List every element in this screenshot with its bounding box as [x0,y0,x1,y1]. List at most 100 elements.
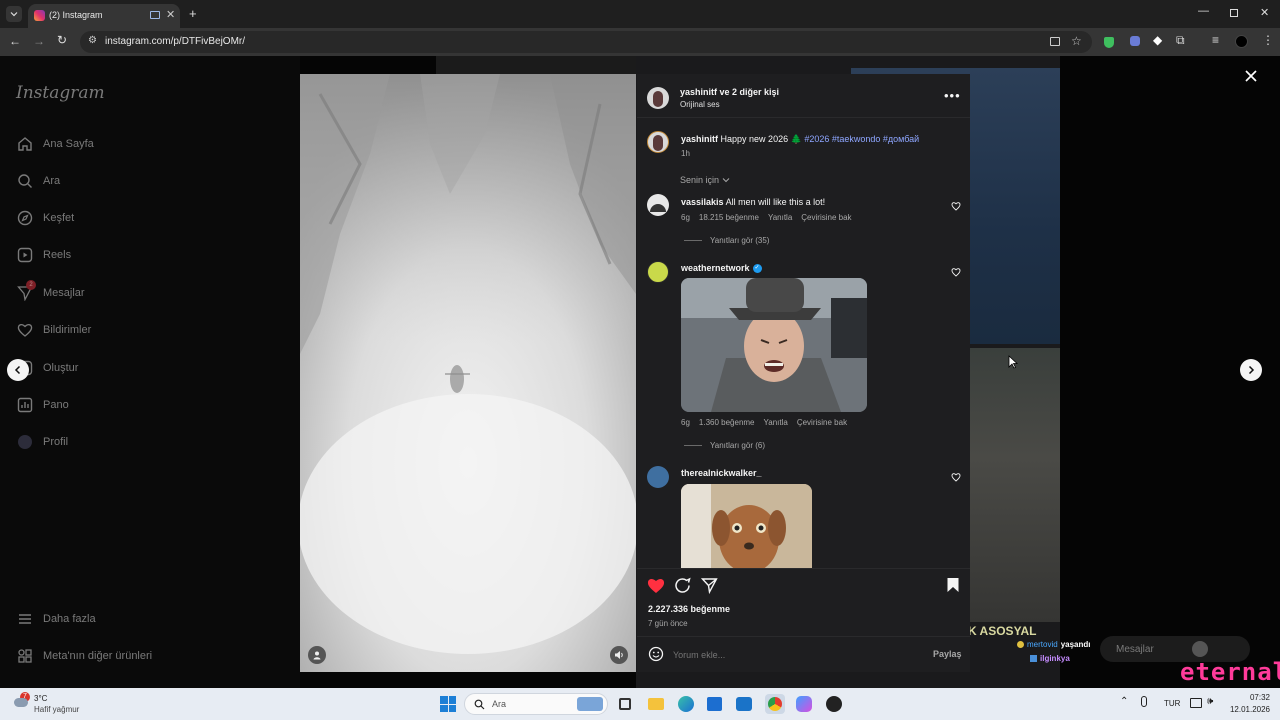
sidebar-item-reels[interactable]: Reels [16,244,256,266]
close-modal-button[interactable] [1243,68,1259,84]
tray-chevron-up-icon[interactable]: ⌃ [1120,696,1128,707]
microphone-icon[interactable] [1141,696,1147,707]
install-app-icon[interactable] [1050,37,1060,46]
sidebar-item-profile[interactable]: Profil [16,431,256,453]
sidebar-more[interactable]: Daha fazla [16,608,256,630]
minimize-button[interactable]: — [1198,5,1209,17]
like-count[interactable]: 2.227.336 beğenme [648,604,730,614]
like-heart-filled-icon[interactable] [647,577,665,594]
comment-like-heart-icon[interactable] [951,267,961,277]
author-username[interactable]: yashinitf [680,87,717,97]
comment-bubble-icon[interactable] [674,577,691,594]
comment-likes[interactable]: 1.360 beğenme [699,418,755,427]
edge-browser-icon[interactable] [678,696,694,712]
caption-username[interactable]: yashinitf [681,134,718,144]
sidebar-item-dashboard[interactable]: Pano [16,394,256,416]
comment-filter-dropdown[interactable]: Senin için [680,175,730,185]
profile-avatar[interactable] [1235,35,1248,48]
home-icon [16,135,34,153]
author-avatar[interactable] [647,87,669,109]
network-icon[interactable] [1190,698,1202,708]
forward-icon[interactable]: → [33,34,45,48]
restore-button[interactable] [1230,9,1238,17]
coauthors-text[interactable]: ve 2 diğer kişi [717,87,780,97]
clock-time[interactable]: 07:32 [1232,693,1270,702]
sidebar-item-create[interactable]: Oluştur [16,357,256,379]
audio-label[interactable]: Orijinal ses [680,100,720,109]
site-info-icon[interactable]: ⚙ [88,35,97,46]
instagram-logo[interactable]: Instagram [16,83,105,103]
new-tab-button[interactable]: + [189,6,197,21]
comment-avatar[interactable] [647,466,669,488]
media-control-icon[interactable]: ≡ [1212,33,1219,47]
sidebar-item-home[interactable]: Ana Sayfa [16,133,256,155]
comment-likes[interactable]: 18.215 beğenme [699,213,759,222]
sidebar-more-label: Daha fazla [43,613,96,625]
caption-hashtags[interactable]: #2026 #taekwondo #домбай [804,134,919,144]
extension-diamond-icon[interactable]: ◆ [1153,33,1162,47]
comment-username[interactable]: vassilakis [681,197,724,207]
comment-avatar[interactable] [647,261,669,283]
avatar-icon [16,433,34,451]
comment-username[interactable]: weathernetwork [681,263,750,273]
share-send-icon[interactable] [701,577,718,594]
sidebar-item-notifications[interactable]: Bildirimler [16,319,256,341]
sidebar-item-messages[interactable]: 2 Mesajlar [16,280,256,304]
browser-menu-icon[interactable]: ⋮ [1262,33,1274,47]
reload-icon[interactable]: ↻ [57,33,67,47]
mute-button[interactable] [610,646,628,664]
back-icon[interactable]: ← [9,34,21,48]
tab-close-icon[interactable]: ✕ [166,8,175,21]
bookmark-star-icon[interactable]: ☆ [1071,34,1082,48]
app-icon-notification[interactable] [826,696,842,712]
taskbar-search[interactable]: Ara [464,693,608,715]
tab-audio-icon[interactable] [150,11,160,19]
emoji-icon[interactable] [648,646,664,662]
previous-post-button[interactable] [7,359,29,381]
sidebar-item-search[interactable]: Ara [16,170,256,192]
view-replies[interactable]: Yanıtları gör (35) [684,236,769,245]
shield-extension-icon[interactable] [1104,37,1114,48]
close-window-button[interactable]: ✕ [1260,6,1269,19]
comment-gif-dog[interactable] [681,484,812,568]
start-button[interactable] [440,696,456,712]
task-view-icon[interactable] [619,698,631,710]
file-explorer-icon[interactable] [648,698,664,710]
copilot-icon[interactable] [796,696,812,712]
view-replies[interactable]: Yanıtları gör (6) [684,441,765,450]
comment-input[interactable] [673,647,913,662]
reel-video[interactable] [300,74,636,672]
comment-gif-angry-man[interactable] [681,278,867,412]
translate-link[interactable]: Çevirisine bak [801,213,851,222]
sidebar-item-explore[interactable]: Keşfet [16,207,256,229]
outlook-icon[interactable] [736,697,752,711]
rain-cloud-icon [14,698,28,707]
store-icon[interactable] [707,697,722,711]
save-bookmark-icon[interactable] [946,577,960,593]
more-options-icon[interactable]: ••• [944,88,961,103]
sidebar-meta-products[interactable]: Meta'nın diğer ürünleri [16,645,256,667]
chrome-icon[interactable] [765,694,785,714]
input-language[interactable]: TUR [1164,699,1180,708]
caption-avatar[interactable] [647,131,669,153]
address-bar[interactable]: ⚙ instagram.com/p/DTFivBejOMr/ ☆ [80,31,1092,53]
comment-like-heart-icon[interactable] [951,201,961,211]
post-comment-button[interactable]: Paylaş [933,649,962,659]
volume-icon[interactable]: 🕪 [1207,696,1213,707]
tagged-users-button[interactable] [308,646,326,664]
comment-username[interactable]: therealnickwalker_ [681,468,762,478]
tab-search-button[interactable] [6,6,22,22]
comment-like-heart-icon[interactable] [951,472,961,482]
clock-date[interactable]: 12.01.2026 [1222,705,1270,714]
translate-link[interactable]: Çevirisine bak [797,418,847,427]
next-post-button[interactable] [1240,359,1262,381]
comment-avatar[interactable] [647,194,669,216]
extensions-puzzle-icon[interactable]: ⧉ [1176,33,1185,48]
reply-link[interactable]: Yanıtla [764,418,788,427]
browser-tab-instagram[interactable]: (2) Instagram ✕ [28,4,180,28]
extension-icon-2[interactable] [1130,36,1140,46]
reply-link[interactable]: Yanıtla [768,213,792,222]
post-header-authors[interactable]: yashinitf ve 2 diğer kişi [680,87,779,97]
weather-widget[interactable]: 7 3°C Hafif yağmur [10,692,100,716]
comment-filter-label: Senin için [680,175,720,185]
